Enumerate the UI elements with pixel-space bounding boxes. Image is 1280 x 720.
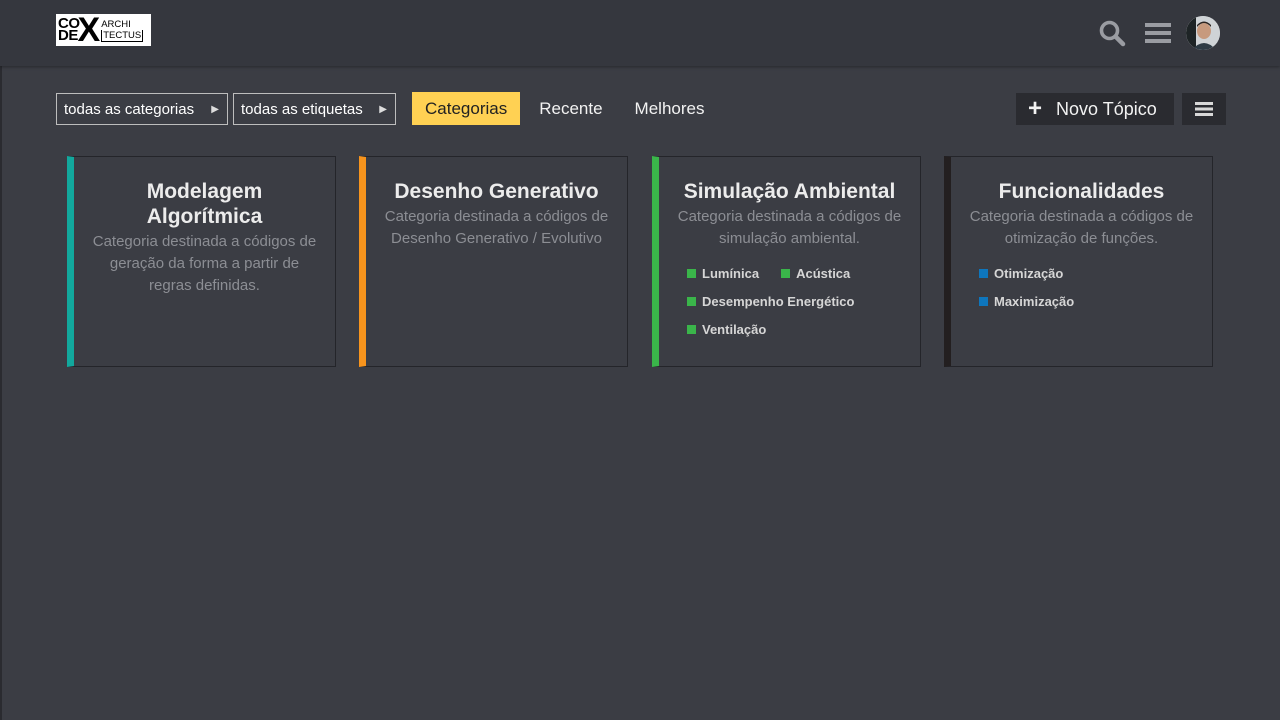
user-avatar[interactable] bbox=[1186, 16, 1220, 50]
subcategory-maximizacao[interactable]: Maximização bbox=[979, 292, 1176, 310]
logo-word1: ARCHI bbox=[101, 18, 131, 30]
tags-dropdown-label: todas as etiquetas bbox=[241, 100, 363, 118]
subcategory-luminica[interactable]: Lumínica bbox=[687, 264, 759, 282]
categories-dropdown-label: todas as categorias bbox=[64, 100, 195, 118]
caret-right-icon: ▶ bbox=[379, 103, 387, 115]
category-title[interactable]: Funcionalidades bbox=[965, 179, 1198, 204]
subcategory-ventilacao[interactable]: Ventilação bbox=[687, 320, 884, 338]
subcategory-label: Acústica bbox=[796, 265, 851, 281]
subcategory-color-swatch bbox=[687, 296, 696, 306]
search-button[interactable] bbox=[1097, 18, 1127, 48]
category-box-simulacao[interactable]: Simulação Ambiental Categoria destinada … bbox=[652, 156, 921, 367]
subcategory-color-swatch bbox=[687, 268, 696, 278]
search-icon bbox=[1099, 20, 1126, 47]
categories-dropdown[interactable]: todas as categorias ▶ bbox=[56, 93, 228, 125]
category-title[interactable]: Modelagem Algorítmica bbox=[88, 179, 321, 229]
category-title[interactable]: Simulação Ambiental bbox=[673, 179, 906, 204]
hamburger-menu-button[interactable] bbox=[1143, 18, 1173, 48]
subcategory-label: Lumínica bbox=[702, 265, 760, 281]
new-topic-button[interactable]: + Novo Tópico bbox=[1016, 93, 1174, 125]
subcategory-otimizacao[interactable]: Otimização bbox=[979, 264, 1176, 282]
tab-melhores[interactable]: Melhores bbox=[622, 92, 718, 125]
subcategory-label: Otimização bbox=[994, 265, 1064, 281]
category-title[interactable]: Desenho Generativo bbox=[380, 179, 613, 204]
subcategory-color-swatch bbox=[687, 324, 696, 334]
subcategory-color-swatch bbox=[979, 268, 988, 278]
logo-letters: CO DE bbox=[58, 16, 80, 44]
category-box-desenho[interactable]: Desenho Generativo Categoria destinada a… bbox=[359, 156, 628, 367]
logo-line2: DE bbox=[58, 27, 78, 44]
category-description: Categoria destinada a códigos de geração… bbox=[92, 233, 317, 294]
subcategory-label: Ventilação bbox=[702, 321, 767, 337]
logo-x: X bbox=[77, 11, 101, 49]
new-topic-label: Novo Tópico bbox=[1056, 98, 1157, 119]
subcategory-desempenho[interactable]: Desempenho Energético bbox=[687, 292, 884, 310]
hamburger-icon bbox=[1145, 23, 1171, 43]
subcategory-acustica[interactable]: Acústica bbox=[781, 264, 850, 282]
site-logo[interactable]: CO DE X ARCHI TECTUS bbox=[56, 11, 151, 49]
category-description: Categoria destinada a códigos de simulaç… bbox=[677, 208, 902, 247]
window-edge bbox=[0, 0, 2, 720]
category-box-modelagem[interactable]: Modelagem Algorítmica Categoria destinad… bbox=[67, 156, 336, 367]
nav-tabs: Categorias Recente Melhores bbox=[412, 92, 717, 125]
subcategory-label: Maximização bbox=[994, 293, 1075, 309]
subcategory-color-swatch bbox=[781, 268, 791, 278]
subcategory-list: Otimização Maximização bbox=[965, 264, 1198, 310]
subcategory-list: Lumínica Acústica Desempenho Energético … bbox=[673, 264, 906, 338]
navigation-menu-button[interactable] bbox=[1182, 93, 1226, 125]
category-box-funcionalidades[interactable]: Funcionalidades Categoria destinada a có… bbox=[944, 156, 1213, 367]
logo-word2: TECTUS bbox=[101, 29, 144, 42]
subcategory-label: Desempenho Energético bbox=[702, 293, 855, 309]
subcategory-color-swatch bbox=[979, 296, 988, 306]
category-description: Categoria destinada a códigos de otimiza… bbox=[969, 208, 1194, 247]
category-description: Categoria destinada a códigos de Desenho… bbox=[384, 208, 609, 247]
plus-icon: + bbox=[1028, 95, 1043, 122]
avatar-image bbox=[1186, 16, 1220, 50]
tags-dropdown[interactable]: todas as etiquetas ▶ bbox=[233, 93, 396, 125]
list-icon bbox=[1195, 102, 1213, 116]
tab-categorias[interactable]: Categorias bbox=[412, 92, 521, 125]
caret-right-icon: ▶ bbox=[211, 103, 219, 115]
logo-words: ARCHI TECTUS bbox=[101, 18, 144, 42]
site-header: CO DE X ARCHI TECTUS bbox=[0, 0, 1280, 66]
tab-recente[interactable]: Recente bbox=[526, 92, 615, 125]
